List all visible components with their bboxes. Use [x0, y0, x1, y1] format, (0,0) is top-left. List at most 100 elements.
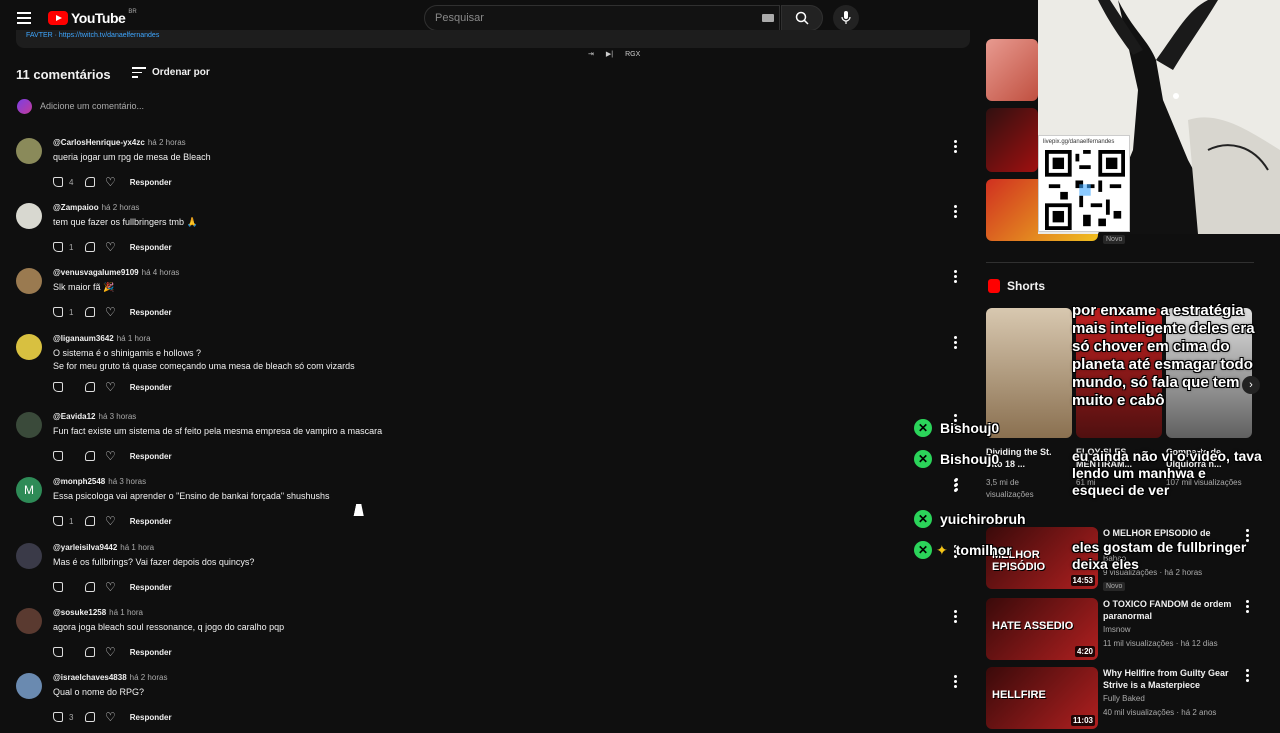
- video-title[interactable]: Why Hellfire from Guilty Gear Strive is …: [1103, 667, 1243, 691]
- keyboard-icon[interactable]: [762, 14, 774, 22]
- video-title[interactable]: O MELHOR EPISODIO de: [1103, 527, 1243, 539]
- like-icon[interactable]: [53, 582, 63, 592]
- reply-button[interactable]: Responder: [130, 583, 172, 592]
- more-actions-icon[interactable]: [954, 140, 958, 155]
- menu-icon[interactable]: [17, 12, 31, 24]
- enter-icon[interactable]: ⇥: [588, 50, 594, 58]
- heart-icon[interactable]: ♡: [105, 645, 116, 659]
- comment-time[interactable]: há 2 horas: [102, 203, 140, 212]
- like-icon[interactable]: [53, 242, 63, 252]
- avatar[interactable]: [16, 138, 42, 164]
- heart-icon[interactable]: ♡: [105, 380, 116, 394]
- video-thumbnail[interactable]: HATE ASSEDIO 4:20: [986, 598, 1098, 660]
- comment-time[interactable]: há 1 hora: [109, 608, 143, 617]
- dislike-icon[interactable]: [85, 516, 95, 526]
- more-actions-icon[interactable]: [954, 270, 958, 285]
- dislike-icon[interactable]: [85, 177, 95, 187]
- dislike-icon[interactable]: [85, 582, 95, 592]
- dislike-icon[interactable]: [85, 382, 95, 392]
- more-actions-icon[interactable]: [1246, 669, 1250, 684]
- comment-author[interactable]: @Zampaioo: [53, 203, 99, 212]
- short-views: 3,5 mi de visualizações: [986, 478, 1034, 499]
- comment-time[interactable]: há 1 hora: [120, 543, 154, 552]
- avatar[interactable]: [16, 412, 42, 438]
- search-input[interactable]: [425, 6, 725, 30]
- comment-author[interactable]: @yarleisilva9442: [53, 543, 117, 552]
- comment-actions: 1 ♡ Responder: [53, 240, 172, 254]
- avatar[interactable]: M: [16, 477, 42, 503]
- like-icon[interactable]: [53, 382, 63, 392]
- more-actions-icon[interactable]: [954, 610, 958, 625]
- voice-search-button[interactable]: [833, 5, 859, 31]
- dislike-icon[interactable]: [85, 712, 95, 722]
- like-icon[interactable]: [53, 307, 63, 317]
- comment-author[interactable]: @sosuke1258: [53, 608, 106, 617]
- more-actions-icon[interactable]: [955, 478, 959, 493]
- next-icon[interactable]: ▶|: [606, 50, 613, 58]
- like-icon[interactable]: [53, 516, 63, 526]
- more-actions-icon[interactable]: [954, 205, 958, 220]
- comment-author[interactable]: @Eavida12: [53, 412, 96, 421]
- like-icon[interactable]: [53, 451, 63, 461]
- more-actions-icon[interactable]: [954, 336, 958, 351]
- reply-button[interactable]: Responder: [130, 178, 172, 187]
- avatar[interactable]: [16, 203, 42, 229]
- heart-icon[interactable]: ♡: [105, 449, 116, 463]
- more-actions-icon[interactable]: [1246, 600, 1250, 615]
- heart-icon[interactable]: ♡: [105, 240, 116, 254]
- dislike-icon[interactable]: [85, 647, 95, 657]
- reply-button[interactable]: Responder: [130, 648, 172, 657]
- comment-author[interactable]: @venusvagalume9109: [53, 268, 139, 277]
- avatar[interactable]: [16, 334, 42, 360]
- add-comment-input[interactable]: Adicione um comentário...: [40, 101, 144, 111]
- like-icon[interactable]: [53, 647, 63, 657]
- video-title[interactable]: O TOXICO FANDOM de ordem paranormal: [1103, 598, 1243, 622]
- comment-time[interactable]: há 3 horas: [108, 477, 146, 486]
- comment-time[interactable]: há 2 horas: [148, 138, 186, 147]
- more-actions-icon[interactable]: [1246, 529, 1250, 544]
- avatar[interactable]: [16, 543, 42, 569]
- comment-time[interactable]: há 1 hora: [117, 334, 151, 343]
- heart-icon[interactable]: ♡: [105, 514, 116, 528]
- sort-icon[interactable]: [132, 67, 146, 81]
- like-count: 3: [69, 712, 74, 722]
- heart-icon[interactable]: ♡: [105, 305, 116, 319]
- comment-time[interactable]: há 2 horas: [130, 673, 168, 682]
- sort-button[interactable]: Ordenar por: [152, 67, 210, 78]
- video-duration: 14:53: [1070, 575, 1095, 586]
- avatar[interactable]: [16, 673, 42, 699]
- dislike-icon[interactable]: [85, 242, 95, 252]
- comment: @venusvagalume9109 há 4 horas Slk maior fã…: [16, 268, 966, 328]
- reply-button[interactable]: Responder: [130, 243, 172, 252]
- channel-name[interactable]: Imsnow: [1103, 624, 1243, 636]
- comment-time[interactable]: há 3 horas: [99, 412, 137, 421]
- heart-icon[interactable]: ♡: [105, 710, 116, 724]
- reply-button[interactable]: Responder: [130, 517, 172, 526]
- heart-icon[interactable]: ♡: [105, 175, 116, 189]
- comment-author[interactable]: @CarlosHenrique-yx4zc: [53, 138, 145, 147]
- reply-button[interactable]: Responder: [130, 383, 172, 392]
- comment-time[interactable]: há 4 horas: [142, 268, 180, 277]
- comment-author[interactable]: @monph2548: [53, 477, 105, 486]
- comment-text: agora joga bleach soul ressonance, q jog…: [53, 622, 285, 632]
- dislike-icon[interactable]: [85, 451, 95, 461]
- dislike-icon[interactable]: [85, 307, 95, 317]
- comment-author[interactable]: @liganaum3642: [53, 334, 114, 343]
- reply-button[interactable]: Responder: [130, 452, 172, 461]
- reply-button[interactable]: Responder: [130, 713, 172, 722]
- avatar[interactable]: [16, 268, 42, 294]
- video-duration: 4:20: [1074, 646, 1095, 657]
- heart-icon[interactable]: ♡: [105, 580, 116, 594]
- more-actions-icon[interactable]: [954, 675, 958, 690]
- like-icon[interactable]: [53, 177, 63, 187]
- comment-author[interactable]: @israelchaves4838: [53, 673, 127, 682]
- channel-name[interactable]: Fully Baked: [1103, 693, 1243, 705]
- youtube-logo[interactable]: YouTube BR: [48, 9, 137, 26]
- video-thumbnail[interactable]: [986, 39, 1038, 101]
- reply-button[interactable]: Responder: [130, 308, 172, 317]
- description-text[interactable]: FAVTER · https://twitch.tv/danaelfernand…: [26, 32, 159, 39]
- video-thumbnail[interactable]: [986, 108, 1038, 172]
- avatar[interactable]: [16, 608, 42, 634]
- search-button[interactable]: [781, 5, 823, 31]
- like-icon[interactable]: [53, 712, 63, 722]
